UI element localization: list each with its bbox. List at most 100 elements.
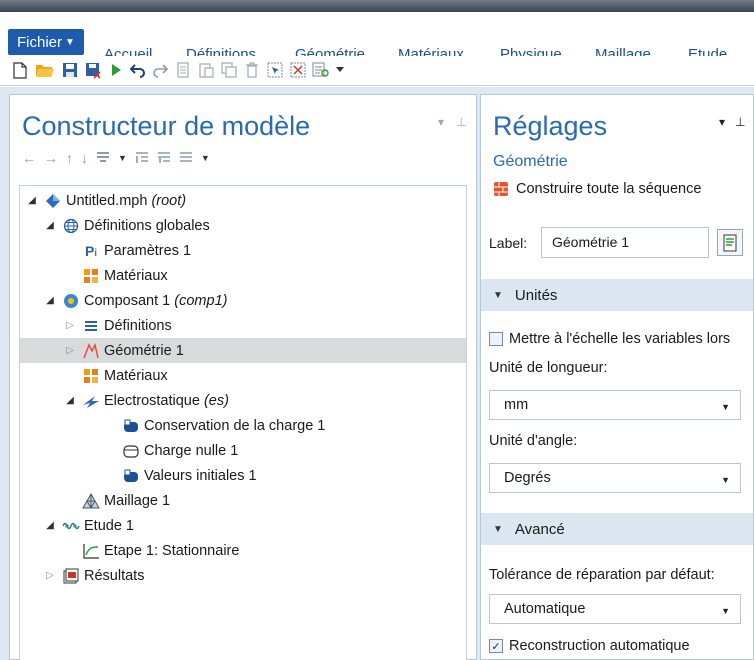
chevron-down-icon: ▼ xyxy=(65,36,75,48)
panel-menu-icon[interactable]: ▾ xyxy=(719,115,725,129)
label-edit-button[interactable] xyxy=(717,229,743,256)
label-input[interactable]: Géométrie 1 xyxy=(541,227,709,258)
tree-node-electrostatics[interactable]: ◢ Electrostatique (es) xyxy=(20,388,466,413)
definitions-icon xyxy=(82,317,100,335)
expanded-triangle-icon[interactable]: ◢ xyxy=(44,295,56,306)
expanded-triangle-icon[interactable]: ◢ xyxy=(44,220,56,231)
tree-node-global-definitions[interactable]: ◢ Définitions globales xyxy=(20,213,466,238)
back-arrow-icon[interactable]: ← xyxy=(22,150,36,166)
build-all-icon xyxy=(493,181,509,197)
tree-node-mesh[interactable]: Maillage 1 xyxy=(20,488,466,513)
copy-icon[interactable] xyxy=(173,60,193,80)
chevron-down-icon: ▼ xyxy=(721,475,730,485)
globe-icon xyxy=(62,217,80,235)
redo-icon[interactable] xyxy=(150,60,170,80)
tolerance-value: Automatique xyxy=(504,601,586,617)
up-arrow-icon[interactable]: ↑ xyxy=(66,150,73,166)
geometry-icon xyxy=(82,342,100,360)
panel-menu-icon[interactable]: ▾ xyxy=(438,115,444,129)
boundary-feature-icon xyxy=(122,442,140,460)
undo-icon[interactable] xyxy=(128,60,148,80)
settings-subtitle: Géométrie xyxy=(493,153,568,170)
save-as-icon[interactable] xyxy=(84,60,104,80)
expanded-triangle-icon[interactable]: ◢ xyxy=(64,395,76,406)
chevron-down-icon[interactable]: ▼ xyxy=(201,153,210,163)
model-icon xyxy=(44,192,62,210)
study-icon xyxy=(62,517,80,535)
select-icon[interactable] xyxy=(265,60,285,80)
run-icon[interactable] xyxy=(106,60,126,80)
tree-node-tag: (es) xyxy=(203,392,229,409)
collapsed-triangle-icon[interactable]: ▷ xyxy=(64,320,76,331)
chevron-down-icon[interactable]: ▼ xyxy=(118,153,127,163)
tree-node-label: Paramètres 1 xyxy=(104,242,192,259)
expand-icon[interactable] xyxy=(135,152,149,164)
materials-icon xyxy=(82,267,100,285)
auto-rebuild-checkbox[interactable]: ✓ Reconstruction automatique xyxy=(489,638,690,654)
list-icon[interactable] xyxy=(179,152,193,164)
tree-node-root[interactable]: ◢ Untitled.mph (root) xyxy=(20,188,466,213)
tree-node-study[interactable]: ◢ Etude 1 xyxy=(20,513,466,538)
expanded-triangle-icon[interactable]: ◢ xyxy=(26,195,38,206)
settings-panel: Réglages ▾ ⊥ Géométrie Construire toute … xyxy=(480,94,754,660)
tree-node-label: Conservation de la charge 1 xyxy=(144,417,326,434)
angle-unit-value: Degrés xyxy=(504,470,551,486)
properties-icon[interactable] xyxy=(311,60,331,80)
tree-node-label: Valeurs initiales 1 xyxy=(144,467,257,484)
build-all-button[interactable]: Construire toute la séquence xyxy=(493,181,701,197)
tree-node-initial-values[interactable]: Valeurs initiales 1 xyxy=(20,463,466,488)
pin-icon[interactable]: ⊥ xyxy=(456,115,466,129)
collapse-icon[interactable] xyxy=(157,152,171,164)
electrostatics-icon xyxy=(82,392,100,410)
units-section-header[interactable]: ▼ Unités xyxy=(481,279,753,311)
checkmark-icon: ✓ xyxy=(489,639,503,653)
filter-icon[interactable] xyxy=(96,152,110,164)
tree-node-component[interactable]: ◢ Composant 1 (comp1) xyxy=(20,288,466,313)
tolerance-label: Tolérance de réparation par défaut: xyxy=(489,567,715,583)
pin-icon[interactable]: ⊥ xyxy=(735,115,745,129)
deselect-icon[interactable] xyxy=(288,60,308,80)
save-icon[interactable] xyxy=(60,60,80,80)
collapsed-triangle-icon[interactable]: ▷ xyxy=(44,570,56,581)
expanded-triangle-icon: ▼ xyxy=(493,289,503,301)
label-caption: Label: xyxy=(489,235,528,251)
tree-node-label: Composant 1 xyxy=(84,292,171,309)
expanded-triangle-icon[interactable]: ◢ xyxy=(44,520,56,531)
delete-icon[interactable] xyxy=(242,60,262,80)
paste-icon[interactable] xyxy=(196,60,216,80)
angle-unit-select[interactable]: Degrés ▼ xyxy=(489,463,741,493)
model-builder-title: Constructeur de modèle xyxy=(22,111,311,141)
window-title-strip xyxy=(0,0,754,12)
new-file-icon[interactable] xyxy=(10,60,30,80)
collapsed-triangle-icon[interactable]: ▷ xyxy=(64,345,76,356)
advanced-section-header[interactable]: ▼ Avancé xyxy=(481,513,753,545)
ribbon: Fichier ▼ Accueil Définitions Géométrie M… xyxy=(0,12,754,63)
more-icon[interactable] xyxy=(330,60,350,80)
tree-node-charge-conservation[interactable]: Conservation de la charge 1 xyxy=(20,413,466,438)
tree-node-component-materials[interactable]: Matériaux xyxy=(20,363,466,388)
duplicate-icon[interactable] xyxy=(219,60,239,80)
length-unit-select[interactable]: mm ▼ xyxy=(489,390,741,420)
auto-rebuild-label: Reconstruction automatique xyxy=(509,638,690,654)
tree-node-label: Maillage 1 xyxy=(104,492,171,509)
tree-node-zero-charge[interactable]: Charge nulle 1 xyxy=(20,438,466,463)
forward-arrow-icon[interactable]: → xyxy=(44,150,58,166)
tree-node-geometry[interactable]: ▷ Géométrie 1 xyxy=(20,338,466,363)
tree-node-label: Etude 1 xyxy=(84,517,134,534)
units-section-label: Unités xyxy=(514,286,558,304)
tree-node-parameters[interactable]: Pi Paramètres 1 xyxy=(20,238,466,263)
scale-variables-label: Mettre à l'échelle les variables lors xyxy=(509,331,731,347)
open-folder-icon[interactable] xyxy=(35,60,55,80)
tree-node-label: Résultats xyxy=(84,567,145,584)
down-arrow-icon[interactable]: ↓ xyxy=(81,150,88,166)
tree-node-global-materials[interactable]: Matériaux xyxy=(20,263,466,288)
tree-node-definitions[interactable]: ▷ Définitions xyxy=(20,313,466,338)
tree-node-results[interactable]: ▷ Résultats xyxy=(20,563,466,588)
scale-variables-checkbox[interactable]: Mettre à l'échelle les variables lors xyxy=(489,331,730,347)
settings-title: Réglages xyxy=(493,111,608,141)
label-field-row: Label: Géométrie 1 xyxy=(489,227,747,259)
component-icon xyxy=(62,292,80,310)
file-menu-tab[interactable]: Fichier ▼ xyxy=(8,29,84,55)
tolerance-select[interactable]: Automatique ▼ xyxy=(489,594,741,624)
tree-node-stationary-step[interactable]: Etape 1: Stationnaire xyxy=(20,538,466,563)
